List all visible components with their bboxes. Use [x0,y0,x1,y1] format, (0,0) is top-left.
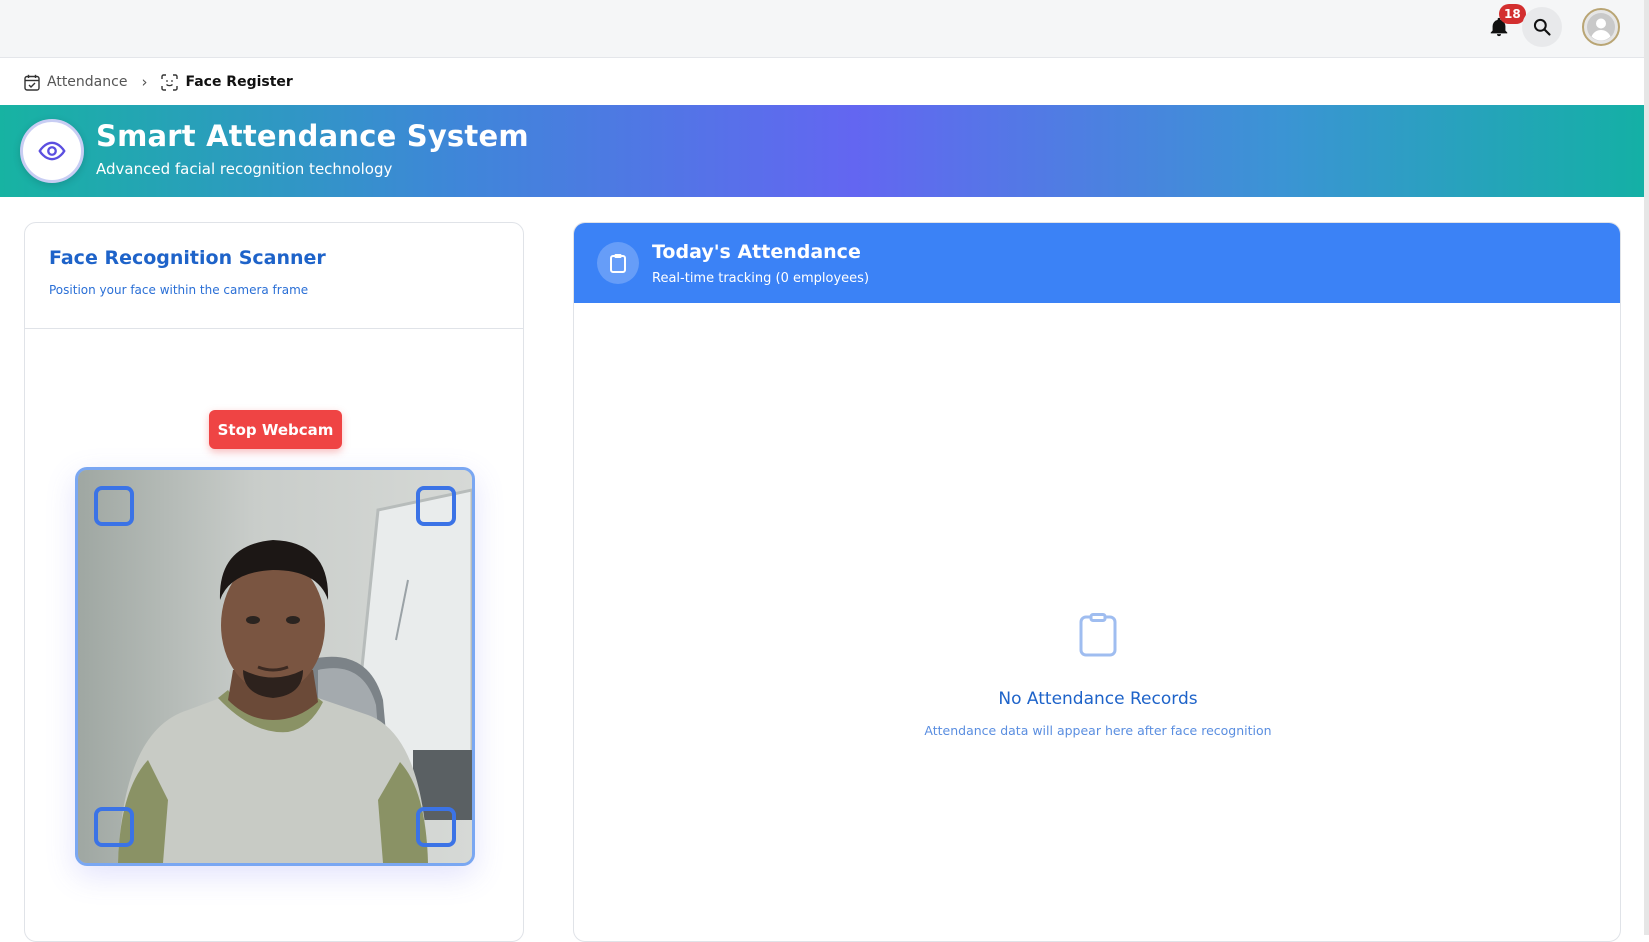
user-avatar-button[interactable] [1582,8,1620,46]
scan-frame-corner [416,807,456,847]
attendance-card-header: Today's Attendance Real-time tracking (0… [574,223,1620,303]
clipboard-icon [610,254,626,273]
breadcrumb-item-face-register: Face Register [161,73,293,91]
face-scanner-card: Face Recognition Scanner Position your f… [24,222,524,942]
user-avatar-icon [1587,13,1615,41]
stop-webcam-button[interactable]: Stop Webcam [209,410,342,449]
empty-state-subtitle: Attendance data will appear here after f… [924,723,1272,738]
eye-icon [38,141,66,161]
hero-banner: Smart Attendance System Advanced facial … [0,105,1644,197]
chevron-right-icon: › [141,73,148,91]
search-button[interactable] [1522,7,1562,47]
scan-frame-corner [416,486,456,526]
face-scan-icon [161,73,179,91]
calendar-icon [24,74,40,91]
scanner-subtitle: Position your face within the camera fra… [49,283,309,297]
page-scrollbar[interactable] [1644,0,1649,935]
webcam-video-image [78,470,472,863]
top-bar: 18 [0,0,1649,58]
breadcrumb-label-face-register: Face Register [185,74,293,90]
breadcrumb-label-attendance: Attendance [47,74,128,90]
hero-subtitle: Advanced facial recognition technology [96,160,393,178]
todays-attendance-card: Today's Attendance Real-time tracking (0… [573,222,1621,942]
scan-frame-corner [94,807,134,847]
attendance-subtitle: Real-time tracking (0 employees) [652,271,870,286]
attendance-header-icon-wrap [597,242,639,284]
scanner-card-header: Face Recognition Scanner Position your f… [25,223,523,329]
search-icon [1533,18,1551,36]
empty-state-title: No Attendance Records [998,689,1198,709]
scanner-title: Face Recognition Scanner [49,247,326,269]
empty-clipboard-icon [1079,613,1117,657]
scan-frame-corner [94,486,134,526]
hero-logo [20,119,84,183]
hero-title: Smart Attendance System [96,119,529,153]
attendance-empty-state: No Attendance Records Attendance data wi… [574,613,1620,738]
webcam-feed [75,467,475,866]
breadcrumb: Attendance › Face Register [24,70,293,94]
breadcrumb-item-attendance[interactable]: Attendance [24,74,127,91]
attendance-title: Today's Attendance [652,241,861,263]
